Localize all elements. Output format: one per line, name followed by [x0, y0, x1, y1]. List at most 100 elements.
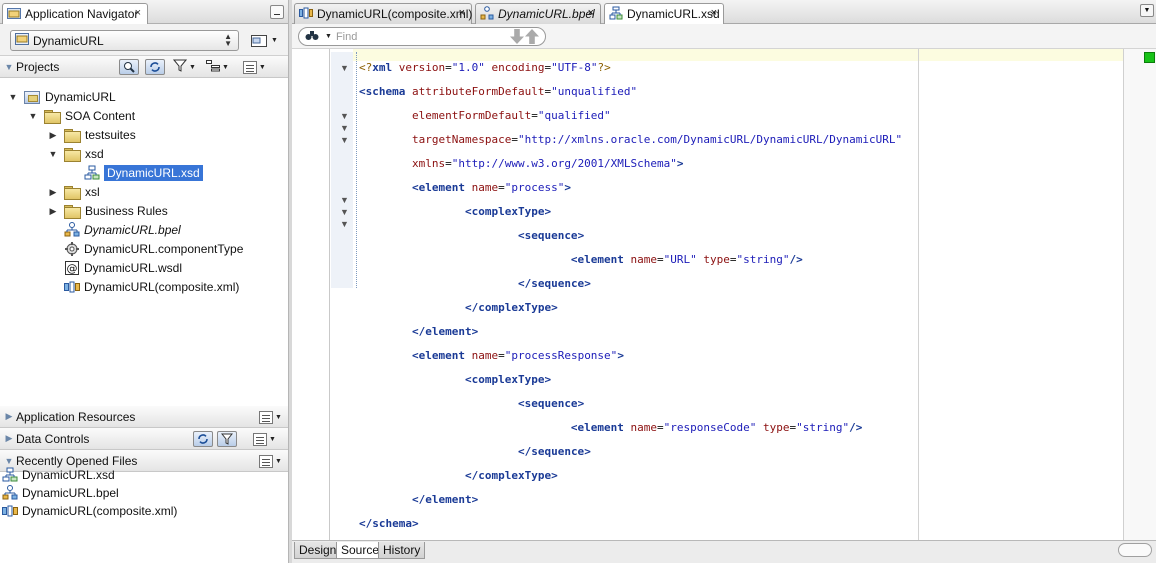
application-menu-button[interactable]: ▼: [251, 30, 279, 51]
collapse-triangle-icon[interactable]: ▼: [28, 111, 38, 121]
tree-node[interactable]: ▶ Business Rules: [48, 202, 168, 220]
tree-node-label: testsuites: [85, 128, 136, 142]
tree-node-label: DynamicURL(composite.xml): [84, 280, 240, 294]
panel-menu-icon[interactable]: [259, 410, 273, 424]
filter-icon: [172, 59, 188, 72]
xsd-file-icon: [84, 165, 100, 181]
editor-tab-composite[interactable]: DynamicURL(composite.xml) ×: [294, 3, 472, 24]
expand-triangle-icon[interactable]: ▶: [48, 187, 58, 198]
filter-button[interactable]: [217, 431, 237, 447]
chevron-down-icon: ▼: [221, 63, 229, 71]
editor-tab-label: DynamicURL(composite.xml): [317, 7, 473, 21]
tree-node[interactable]: DynamicURL(composite.xml): [48, 278, 239, 296]
minimize-button[interactable]: [270, 5, 284, 19]
updown-chevron-icon: ▲ ▼: [224, 32, 232, 48]
chevron-down-icon: ▼: [269, 435, 276, 443]
projects-section-header[interactable]: ▼ Projects ▼ ▼ ▼: [0, 56, 288, 78]
recent-file-item[interactable]: DynamicURL.bpel: [0, 484, 288, 502]
application-navigator-panel: Application Navigator × DynamicURL ▲ ▼ ▼ …: [0, 0, 289, 563]
collapse-triangle-icon: ▼: [4, 455, 14, 466]
tree-node[interactable]: ▶ xsl: [48, 183, 100, 201]
find-previous-icon[interactable]: [525, 29, 539, 44]
magnifier-icon: [124, 62, 135, 73]
panel-menu-icon[interactable]: [242, 60, 257, 74]
expand-triangle-icon[interactable]: ▶: [48, 206, 58, 217]
composite-file-icon: [64, 279, 80, 295]
fold-toggle-icon[interactable]: ▼: [340, 123, 349, 133]
tree-node[interactable]: DynamicURL.xsd: [68, 164, 203, 182]
tree-node-label: Business Rules: [85, 204, 168, 218]
component-file-icon: [64, 241, 80, 257]
fold-toggle-icon[interactable]: ▼: [340, 63, 349, 73]
editor-tab-xsd[interactable]: DynamicURL.xsd ×: [604, 3, 724, 24]
project-icon: [24, 90, 40, 104]
find-placeholder: Find: [335, 30, 358, 43]
line-number-gutter: [292, 49, 330, 540]
fold-gutter: ▼ ▼ ▼ ▼ ▼ ▼ ▼: [331, 49, 353, 540]
tab-design[interactable]: Design: [294, 542, 342, 559]
right-margin-line: [918, 49, 919, 540]
tree-node-label: DynamicURL.xsd: [104, 165, 203, 181]
application-selector-row: DynamicURL ▲ ▼ ▼: [0, 24, 288, 56]
tree-node-label: xsl: [85, 185, 100, 199]
wsdl-file-icon: @: [64, 260, 80, 276]
editor-tabs-menu-button[interactable]: ▼: [1140, 4, 1154, 17]
collapse-triangle-icon[interactable]: ▼: [8, 92, 18, 102]
tree-node[interactable]: DynamicURL.componentType: [48, 240, 243, 258]
tree-node[interactable]: @ DynamicURL.wsdl: [48, 259, 182, 277]
projects-toolbar: ▼ ▼ ▼: [119, 59, 266, 75]
editor-tabstrip: DynamicURL(composite.xml) × DynamicURL.b…: [292, 0, 1156, 24]
fold-toggle-icon[interactable]: ▼: [340, 135, 349, 145]
editor-tab-bpel[interactable]: DynamicURL.bpel ×: [475, 3, 601, 24]
tree-node-label: SOA Content: [65, 109, 136, 123]
fold-toggle-icon[interactable]: ▼: [340, 219, 349, 229]
recent-file-label: DynamicURL.bpel: [22, 486, 119, 500]
find-input[interactable]: ▼ Find: [298, 27, 546, 46]
chevron-down-icon: ▼: [275, 457, 282, 465]
application-resources-label: Application Resources: [16, 409, 136, 424]
tree-node[interactable]: ▶ testsuites: [48, 126, 136, 144]
find-toolbar: ▼ Find: [292, 24, 1156, 49]
working-sets-button[interactable]: [205, 59, 220, 75]
application-menu-icon: [251, 34, 267, 47]
tree-node[interactable]: DynamicURL.bpel: [48, 221, 181, 239]
recent-file-item[interactable]: DynamicURL.xsd: [0, 466, 288, 484]
tree-node-label: DynamicURL.wsdl: [84, 261, 183, 275]
tab-source[interactable]: Source: [336, 542, 385, 559]
show-in-navigator-button[interactable]: [119, 59, 139, 75]
recent-file-item[interactable]: DynamicURL(composite.xml): [0, 502, 288, 520]
tree-node[interactable]: ▼ SOA Content: [28, 107, 135, 125]
refresh-button[interactable]: [193, 431, 213, 447]
close-icon[interactable]: ×: [459, 7, 465, 19]
binoculars-icon: [305, 30, 319, 44]
collapse-triangle-icon: ▼: [4, 61, 14, 72]
tab-history[interactable]: History: [378, 542, 426, 559]
fold-toggle-icon[interactable]: ▼: [340, 111, 349, 121]
close-icon[interactable]: ×: [588, 7, 594, 19]
application-resources-header[interactable]: ▶ Application Resources ▼: [0, 406, 288, 428]
filter-icon: [221, 433, 233, 445]
code-area[interactable]: ▼ ▼ ▼ ▼ ▼ ▼ ▼ <?xml version="1.0" encodi…: [292, 49, 1156, 540]
fold-toggle-icon[interactable]: ▼: [340, 195, 349, 205]
expand-triangle-icon[interactable]: ▶: [48, 130, 58, 141]
folder-icon: [64, 186, 81, 200]
panel-menu-icon[interactable]: [253, 432, 267, 446]
filter-button[interactable]: [172, 59, 188, 75]
project-tree: ▼ DynamicURL ▼ SOA Content ▶ testsuites ▼ xsd Dy…: [0, 88, 288, 406]
close-icon[interactable]: ×: [135, 7, 141, 19]
collapse-triangle-icon[interactable]: ▼: [48, 149, 58, 159]
data-controls-header[interactable]: ▶ Data Controls ▼: [0, 428, 288, 450]
close-icon[interactable]: ×: [711, 7, 717, 19]
tab-application-navigator[interactable]: Application Navigator ×: [2, 3, 148, 24]
tree-node[interactable]: ▼ DynamicURL: [8, 88, 116, 106]
tree-node-label: DynamicURL.componentType: [84, 242, 244, 256]
find-next-icon[interactable]: [510, 29, 524, 44]
horizontal-scrollbar[interactable]: [1118, 543, 1152, 557]
application-selector[interactable]: DynamicURL ▲ ▼: [10, 30, 239, 51]
bpel-file-icon: [480, 5, 494, 23]
tree-node[interactable]: ▼ xsd: [48, 145, 104, 163]
fold-toggle-icon[interactable]: ▼: [340, 207, 349, 217]
refresh-button[interactable]: [145, 59, 165, 75]
projects-label: Projects: [16, 59, 60, 74]
xml-source[interactable]: <?xml version="1.0" encoding="UTF-8"?> <…: [359, 50, 902, 554]
